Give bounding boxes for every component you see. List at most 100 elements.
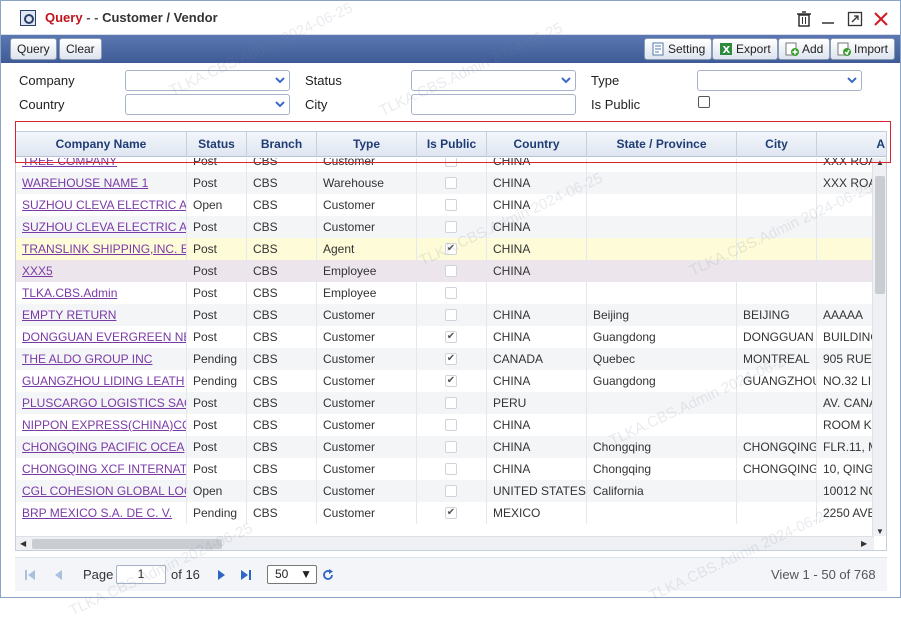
setting-button[interactable]: Setting: [644, 38, 713, 60]
table-row[interactable]: PLUSCARGO LOGISTICS SAC Post CBS Customer PE…: [16, 392, 874, 414]
horizontal-scrollbar[interactable]: ◀ ▶: [16, 536, 874, 550]
table-row[interactable]: TREE COMPANY Post CBS Customer CHINA XXX ROA: [16, 158, 874, 172]
company-name-cell[interactable]: TLKA.CBS.Admin: [16, 282, 187, 304]
page-number-input[interactable]: 1: [116, 565, 166, 584]
vertical-scrollbar[interactable]: ▲ ▼: [872, 158, 886, 536]
status-cell: Post: [187, 260, 247, 282]
scroll-right-icon[interactable]: ▶: [861, 539, 867, 548]
country-cell: [487, 282, 587, 304]
company-name-cell[interactable]: EMPTY RETURN: [16, 304, 187, 326]
title-separator: - -: [82, 10, 103, 25]
table-row[interactable]: CGL COHESION GLOBAL LOC Open CBS Customer UN…: [16, 480, 874, 502]
table-row[interactable]: NIPPON EXPRESS(CHINA)CO Post CBS Customer CH…: [16, 414, 874, 436]
company-name-cell[interactable]: XXX5: [16, 260, 187, 282]
table-row[interactable]: SUZHOU CLEVA ELECTRIC A Post CBS Customer CH…: [16, 216, 874, 238]
column-header-status[interactable]: Status: [187, 132, 247, 157]
is-public-cell: [417, 304, 487, 326]
state-province-cell: Chongqing: [587, 458, 737, 480]
company-name-cell[interactable]: SUZHOU CLEVA ELECTRIC A: [16, 216, 187, 238]
column-header-state-province[interactable]: State / Province: [587, 132, 737, 157]
is-public-checkbox[interactable]: [698, 96, 710, 108]
table-row[interactable]: TRANSLINK SHIPPING,INC. E Post CBS Agent ✔ CH…: [16, 238, 874, 260]
city-input[interactable]: [411, 94, 576, 115]
table-row[interactable]: THE ALDO GROUP INC Pending CBS Customer ✔ CAN…: [16, 348, 874, 370]
clear-button[interactable]: Clear: [59, 38, 102, 60]
company-name-cell[interactable]: CHONGQING XCF INTERNAT: [16, 458, 187, 480]
table-row[interactable]: WAREHOUSE NAME 1 Post CBS Warehouse CHINA XXX…: [16, 172, 874, 194]
company-name-cell[interactable]: DONGGUAN EVERGREEN NE: [16, 326, 187, 348]
minimize-icon[interactable]: [819, 10, 837, 28]
column-header-is-public[interactable]: Is Public: [417, 132, 487, 157]
country-cell: CHINA: [487, 260, 587, 282]
address-cell: [817, 238, 874, 260]
table-row[interactable]: SUZHOU CLEVA ELECTRIC A Open CBS Customer CH…: [16, 194, 874, 216]
company-name-cell[interactable]: SUZHOU CLEVA ELECTRIC A: [16, 194, 187, 216]
query-button[interactable]: Query: [10, 38, 57, 60]
city-cell: CHONGQING: [737, 436, 817, 458]
column-header-country[interactable]: Country: [487, 132, 587, 157]
company-name-cell[interactable]: WAREHOUSE NAME 1: [16, 172, 187, 194]
branch-cell: CBS: [247, 282, 317, 304]
column-header-address[interactable]: A: [817, 132, 886, 157]
branch-cell: CBS: [247, 392, 317, 414]
is-public-checkbox: [445, 397, 457, 409]
address-cell: XXX ROA: [817, 172, 874, 194]
next-page-icon[interactable]: [215, 568, 229, 582]
branch-cell: CBS: [247, 458, 317, 480]
add-button[interactable]: Add: [778, 38, 831, 60]
company-select[interactable]: [125, 70, 290, 91]
column-header-city[interactable]: City: [737, 132, 817, 157]
company-name-cell[interactable]: CGL COHESION GLOBAL LOC: [16, 480, 187, 502]
company-name-cell[interactable]: CHONGQING PACIFIC OCEA: [16, 436, 187, 458]
status-cell: Post: [187, 282, 247, 304]
company-name-cell[interactable]: GUANGZHOU LIDING LEATH: [16, 370, 187, 392]
table-row[interactable]: BRP MEXICO S.A. DE C. V. Pending CBS Custom…: [16, 502, 874, 524]
country-select[interactable]: [125, 94, 290, 115]
column-header-branch[interactable]: Branch: [247, 132, 317, 157]
maximize-icon[interactable]: [846, 10, 864, 28]
scroll-down-icon[interactable]: ▼: [876, 527, 884, 536]
import-icon: [837, 42, 851, 56]
company-name-cell[interactable]: BRP MEXICO S.A. DE C. V.: [16, 502, 187, 524]
state-province-cell: Guangdong: [587, 326, 737, 348]
company-name-cell[interactable]: THE ALDO GROUP INC: [16, 348, 187, 370]
company-name-cell[interactable]: PLUSCARGO LOGISTICS SAC: [16, 392, 187, 414]
type-select[interactable]: [697, 70, 862, 91]
is-public-cell: ✔: [417, 238, 487, 260]
company-name-cell[interactable]: TRANSLINK SHIPPING,INC. E: [16, 238, 187, 260]
status-cell: Post: [187, 458, 247, 480]
table-row[interactable]: EMPTY RETURN Post CBS Customer CHINA Beijing B…: [16, 304, 874, 326]
first-page-icon[interactable]: [23, 568, 37, 582]
table-row[interactable]: TLKA.CBS.Admin Post CBS Employee: [16, 282, 874, 304]
prev-page-icon[interactable]: [51, 568, 65, 582]
scroll-up-icon[interactable]: ▲: [876, 158, 884, 167]
export-button[interactable]: X Export: [712, 38, 778, 60]
refresh-icon[interactable]: [321, 568, 335, 582]
vertical-scroll-thumb[interactable]: [875, 176, 885, 294]
table-row[interactable]: DONGGUAN EVERGREEN NE Post CBS Customer ✔ CHI…: [16, 326, 874, 348]
company-name-cell[interactable]: NIPPON EXPRESS(CHINA)CO: [16, 414, 187, 436]
last-page-icon[interactable]: [239, 568, 253, 582]
status-cell: Open: [187, 194, 247, 216]
status-select[interactable]: [411, 70, 576, 91]
city-cell: [737, 158, 817, 172]
scroll-left-icon[interactable]: ◀: [20, 539, 26, 548]
table-row[interactable]: CHONGQING PACIFIC OCEA Post CBS Customer CHI…: [16, 436, 874, 458]
address-cell: BUILDING: [817, 326, 874, 348]
table-row[interactable]: XXX5 Post CBS Employee CHINA: [16, 260, 874, 282]
horizontal-scroll-thumb[interactable]: [32, 539, 222, 549]
trash-icon[interactable]: [795, 10, 813, 28]
is-public-checkbox: [445, 309, 457, 321]
status-cell: Post: [187, 238, 247, 260]
type-label: Type: [591, 73, 620, 88]
column-header-company-name[interactable]: Company Name: [16, 132, 187, 157]
page-size-select[interactable]: 50 ▼: [267, 565, 317, 584]
table-row[interactable]: GUANGZHOU LIDING LEATH Pending CBS Customer…: [16, 370, 874, 392]
company-name-cell[interactable]: TREE COMPANY: [16, 158, 187, 172]
country-cell: CHINA: [487, 436, 587, 458]
import-button[interactable]: Import: [830, 38, 896, 60]
column-header-type[interactable]: Type: [317, 132, 417, 157]
close-icon[interactable]: [872, 10, 890, 28]
table-row[interactable]: CHONGQING XCF INTERNAT Post CBS Customer CHI…: [16, 458, 874, 480]
title-bar: Query - - Customer / Vendor: [1, 1, 900, 35]
